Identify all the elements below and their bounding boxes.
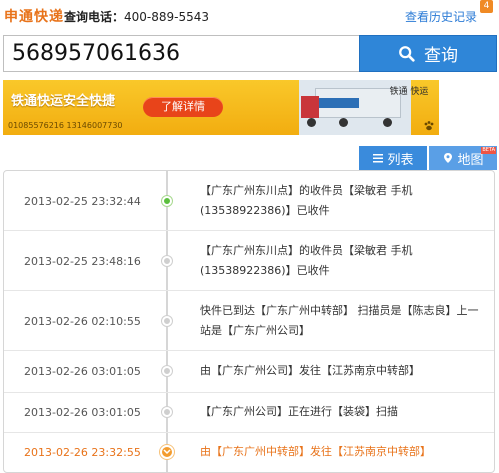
tab-list[interactable]: 列表	[359, 146, 427, 170]
list-icon	[373, 154, 384, 163]
tab-map[interactable]: 地图 BETA	[429, 146, 497, 170]
tracking-timeline: 2013-02-25 23:32:44 【广东广州东川点】的收件员【梁敏君 手机…	[3, 170, 495, 473]
table-row: 2013-02-26 02:10:55 快件已到达【广东广州中转部】 扫描员是【…	[4, 291, 494, 351]
table-row: 2013-02-25 23:48:16 【广东广州东川点】的收件员【梁敏君 手机…	[4, 231, 494, 291]
banner-title: 铁通快运安全快捷	[11, 94, 116, 109]
search-icon	[399, 45, 415, 62]
record-desc: 【广东广州东川点】的收件员【梁敏君 手机(13538922386)】已收件	[200, 184, 413, 217]
chevron-down-icon	[160, 445, 174, 459]
hotline: 查询电话：400-889-5543	[64, 8, 209, 25]
status-dot	[162, 196, 172, 206]
tracking-number-input[interactable]	[3, 35, 359, 72]
record-desc: 【广东广州东川点】的收件员【梁敏君 手机(13538922386)】已收件	[200, 244, 413, 277]
record-desc: 【广东广州公司】正在进行【装袋】扫描	[200, 405, 398, 418]
hotline-label: 查询电话：	[64, 10, 125, 24]
history-link[interactable]: 查看历史记录	[405, 8, 477, 25]
search-bar: 查询	[3, 35, 497, 72]
record-time: 2013-02-26 03:01:05	[24, 406, 141, 419]
record-time: 2013-02-25 23:32:44	[24, 195, 141, 208]
status-dot	[162, 407, 172, 417]
record-time: 2013-02-25 23:48:16	[24, 255, 141, 268]
status-dot	[162, 256, 172, 266]
table-row: 2013-02-25 23:32:44 【广东广州东川点】的收件员【梁敏君 手机…	[4, 171, 494, 231]
table-row: 2013-02-26 23:32:55 由【广东广州中转部】发往【江苏南京中转部…	[4, 433, 494, 472]
history-count-badge: 4	[480, 0, 493, 13]
record-time: 2013-02-26 02:10:55	[24, 315, 141, 328]
status-dot	[162, 316, 172, 326]
tab-map-label: 地图	[457, 152, 484, 168]
view-tabs: 列表 地图 BETA	[359, 146, 497, 170]
ad-banner[interactable]: 铁通快运安全快捷 了解详情 01085576216 13146007730 铁通…	[3, 80, 439, 135]
record-time: 2013-02-26 23:32:55	[24, 446, 141, 459]
brand-logo: 申通快递	[4, 9, 64, 25]
banner-phones: 01085576216 13146007730	[8, 121, 123, 130]
banner-details-button[interactable]: 了解详情	[143, 97, 223, 117]
search-button[interactable]: 查询	[359, 35, 497, 72]
table-row: 2013-02-26 03:01:05 【广东广州公司】正在进行【装袋】扫描	[4, 393, 494, 433]
record-desc: 由【广东广州公司】发往【江苏南京中转部】	[200, 364, 420, 377]
record-desc: 由【广东广州中转部】发往【江苏南京中转部】	[200, 445, 431, 458]
search-button-label: 查询	[424, 46, 458, 66]
tab-list-label: 列表	[387, 152, 414, 168]
record-desc: 快件已到达【广东广州中转部】 扫描员是【陈志良】上一站是【广东广州公司】	[200, 304, 479, 337]
banner-logo: 铁通 快运	[389, 87, 429, 97]
map-pin-icon	[444, 153, 453, 163]
header: 申通快递 查询电话：400-889-5543 查看历史记录 4	[0, 0, 499, 34]
status-dot	[162, 366, 172, 376]
record-time: 2013-02-26 03:01:05	[24, 365, 141, 378]
beta-badge: BETA	[481, 147, 496, 154]
table-row: 2013-02-26 03:01:05 由【广东广州公司】发往【江苏南京中转部】	[4, 351, 494, 393]
hotline-number: 400-889-5543	[124, 10, 210, 24]
paw-icon	[424, 121, 434, 131]
